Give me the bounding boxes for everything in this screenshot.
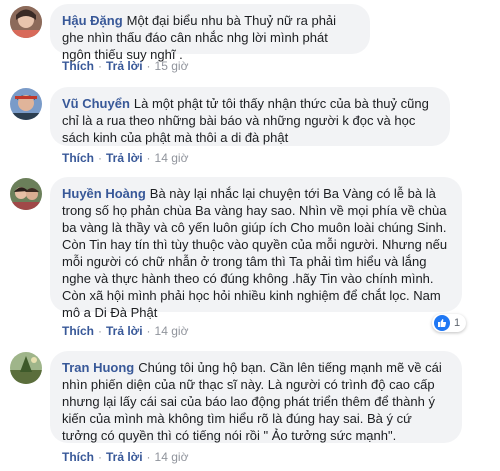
- avatar[interactable]: [10, 6, 42, 38]
- commenter-name[interactable]: Huyền Hoàng: [62, 186, 146, 201]
- avatar[interactable]: [10, 178, 42, 210]
- commenter-name[interactable]: Hậu Đặng: [62, 13, 123, 28]
- like-icon: [434, 315, 450, 331]
- avatar[interactable]: [10, 88, 42, 120]
- comment-bubble: Hậu Đặng Một đại biểu nhu bà Thuỷ nữ ra p…: [50, 4, 370, 62]
- comment-actions: Thích · Trả lời · 14 giờ: [62, 324, 188, 338]
- reply-link[interactable]: Trả lời: [106, 151, 143, 165]
- separator: ·: [146, 324, 151, 338]
- like-link[interactable]: Thích: [62, 59, 94, 73]
- comment-time[interactable]: 14 giờ: [155, 450, 189, 464]
- comment-actions: Thích · Trả lời · 15 giờ: [62, 59, 188, 73]
- comment-actions: Thích · Trả lời · 14 giờ: [62, 450, 188, 464]
- comment-bubble: Tran Huong Chúng tôi ủng hộ bạn. Cần lên …: [50, 351, 462, 443]
- comment-time[interactable]: 14 giờ: [155, 151, 189, 165]
- comment-bubble: Huyền Hoàng Bà này lại nhắc lại chuyện tớ…: [50, 177, 462, 320]
- separator: ·: [146, 450, 151, 464]
- commenter-name[interactable]: Tran Huong: [62, 360, 134, 375]
- comment-time[interactable]: 15 giờ: [155, 59, 189, 73]
- separator: ·: [98, 450, 102, 464]
- like-link[interactable]: Thích: [62, 151, 94, 165]
- comment-bubble: Vũ Chuyển Là một phật tử tôi thấy nhận th…: [50, 87, 450, 146]
- separator: ·: [146, 59, 151, 73]
- avatar[interactable]: [10, 352, 42, 384]
- comment-actions: Thích · Trả lời · 14 giờ: [62, 151, 188, 165]
- reaction-number: 1: [454, 317, 461, 329]
- comment-text: Bà này lại nhắc lại chuyện tới Ba Vàng c…: [62, 186, 448, 320]
- reply-link[interactable]: Trả lời: [106, 324, 143, 338]
- reply-link[interactable]: Trả lời: [106, 59, 143, 73]
- separator: ·: [146, 151, 151, 165]
- like-link[interactable]: Thích: [62, 324, 94, 338]
- commenter-name[interactable]: Vũ Chuyển: [62, 96, 130, 111]
- comment-time[interactable]: 14 giờ: [155, 324, 189, 338]
- separator: ·: [98, 59, 102, 73]
- separator: ·: [98, 324, 102, 338]
- like-link[interactable]: Thích: [62, 450, 94, 464]
- separator: ·: [98, 151, 102, 165]
- reply-link[interactable]: Trả lời: [106, 450, 143, 464]
- reaction-count[interactable]: 1: [432, 314, 467, 332]
